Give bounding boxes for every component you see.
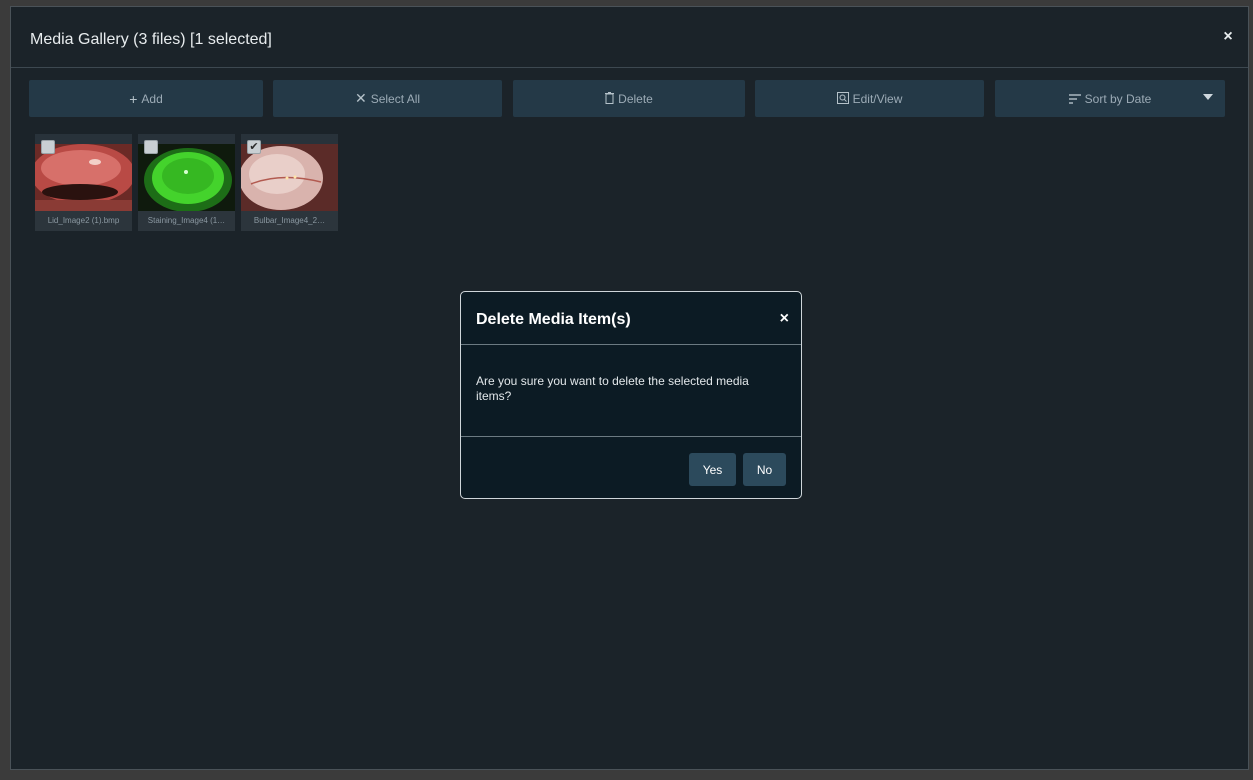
thumbnail-item[interactable]: ✔ Bulbar_Image4_2… [241,134,338,231]
toolbar: + Add ✕ Select All Delete Edit/View Sort… [29,80,1234,118]
thumbnail-caption: Lid_Image2 (1).bmp [35,211,132,231]
yes-button[interactable]: Yes [689,453,736,486]
edit-view-label: Edit/View [852,91,903,106]
edit-view-button[interactable]: Edit/View [755,80,984,117]
dialog-title: Delete Media Item(s) [476,311,631,328]
window-title: Media Gallery (3 files) [1 selected] [30,31,272,48]
select-all-label: Select All [370,91,421,106]
close-icon[interactable]: × [780,310,789,328]
thumbnail-caption: Staining_Image4 (1… [138,211,235,231]
thumbnail-item[interactable]: Lid_Image2 (1).bmp [35,134,132,231]
sort-dropdown[interactable]: Sort by Date [995,80,1225,117]
no-button[interactable]: No [743,453,786,486]
trash-icon [605,91,615,107]
delete-label: Delete [618,91,653,106]
thumbnail-item[interactable]: Staining_Image4 (1… [138,134,235,231]
thumbnail-checkbox[interactable] [144,140,158,154]
thumbnail-caption: Bulbar_Image4_2… [241,211,338,231]
select-all-button[interactable]: ✕ Select All [273,80,502,117]
staining-image [138,144,235,211]
eye-lid-image [35,144,132,211]
x-icon: ✕ [354,90,367,106]
thumbnail-checkbox[interactable]: ✔ [247,140,261,154]
thumbnail-checkbox[interactable] [41,140,55,154]
delete-confirm-dialog: Delete Media Item(s) × Are you sure you … [460,291,802,499]
dialog-footer: Yes No [461,436,801,499]
close-icon[interactable]: × [1220,29,1236,45]
titlebar: Media Gallery (3 files) [1 selected] × [11,7,1248,68]
magnify-box-icon [836,91,849,107]
delete-button[interactable]: Delete [513,80,745,117]
sort-icon [1068,91,1081,107]
bulbar-image [241,144,338,211]
chevron-down-icon [1203,94,1213,100]
add-label: Add [141,91,163,106]
dialog-header: Delete Media Item(s) × [461,292,801,345]
add-button[interactable]: + Add [29,80,263,117]
plus-icon: + [129,90,138,107]
sort-label: Sort by Date [1084,91,1152,106]
dialog-message: Are you sure you want to delete the sele… [476,374,749,403]
